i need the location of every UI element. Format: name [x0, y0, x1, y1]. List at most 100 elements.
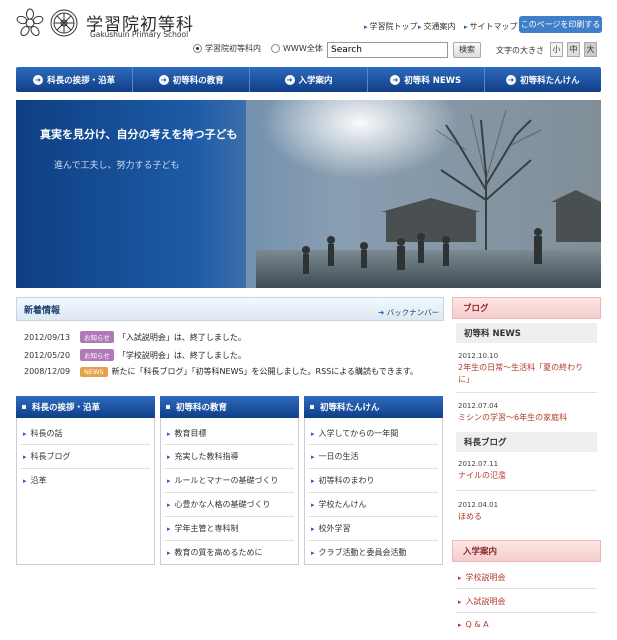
list-item[interactable]: ▸ 沿革: [23, 475, 47, 486]
arrow-icon: ▸: [311, 501, 315, 509]
square-bullet-icon: [166, 405, 170, 409]
arrow-icon: ▸: [167, 525, 171, 533]
divider: [309, 492, 438, 493]
list-item[interactable]: ▸ 入学してからの一年間: [311, 428, 398, 439]
column-education: ▸ 教育目標 ▸ 充実した教科指導 ▸ ルールとマナーの基礎づくり ▸ 心豊かな人格の基…: [160, 418, 299, 565]
print-page-button[interactable]: このページを印刷する: [519, 16, 602, 33]
divider: [456, 392, 597, 393]
post-date: 2012.07.04: [458, 402, 499, 410]
arrow-icon: ▸: [458, 621, 462, 629]
divider: [309, 516, 438, 517]
divider: [21, 444, 150, 445]
nav-item-education[interactable]: ➜ 初等科の教育: [133, 67, 251, 92]
notice-badge: お知らせ: [80, 349, 114, 361]
arrow-icon: ▸: [311, 477, 315, 485]
arrow-icon: ▸: [458, 574, 462, 582]
list-item[interactable]: ▸ 心豊かな人格の基礎づくり: [167, 499, 271, 510]
sidebar-blog-header: ブログ: [452, 297, 601, 319]
hero-banner: 真実を見分け、自分の考えを持つ子ども 進んで工夫し、努力する子ども: [16, 100, 601, 288]
arrow-icon: ▸: [418, 23, 422, 31]
arrow-circle-icon: ➜: [33, 74, 44, 85]
square-bullet-icon: [310, 405, 314, 409]
admission-link-exam[interactable]: ▸ 入試説明会: [458, 596, 506, 607]
list-item[interactable]: ▸ 学年主管と専科制: [167, 523, 239, 534]
divider: [309, 444, 438, 445]
list-item[interactable]: ▸ クラブ活動と委員会活動: [311, 547, 407, 558]
arrow-icon: ▸: [23, 430, 27, 438]
list-item[interactable]: ▸ 科長ブログ: [23, 451, 71, 462]
top-link-access[interactable]: ▸ 交通案内: [418, 21, 456, 32]
post-link[interactable]: ナイルの氾濫: [458, 470, 506, 481]
news-badge: NEWS: [80, 366, 108, 377]
list-item[interactable]: ▸ 一日の生活: [311, 451, 359, 462]
radio-selected-icon[interactable]: [193, 44, 202, 53]
column-header-greeting[interactable]: 科長の挨拶・沿革: [16, 396, 155, 418]
list-item[interactable]: ▸ 充実した教科指導: [167, 451, 239, 462]
site-subtitle: Gakushuin Primary School: [90, 30, 189, 39]
post-date: 2012.07.11: [458, 460, 499, 468]
news-item: 2012/05/20 お知らせ 「学校説明会」は、終了しました。: [24, 349, 246, 361]
news-title: 新着情報: [24, 306, 61, 316]
news-item: 2012/09/13 お知らせ 「入試説明会」は、終了しました。: [24, 331, 246, 343]
nav-item-explore[interactable]: ➜ 初等科たんけん: [485, 67, 601, 92]
divider: [21, 468, 150, 469]
news-item-link[interactable]: 「学校説明会」は、終了しました。: [118, 350, 246, 361]
font-size-large-button[interactable]: 大: [584, 42, 597, 57]
arrow-circle-icon: ➜: [158, 74, 169, 85]
admission-link-briefing[interactable]: ▸ 学校説明会: [458, 572, 506, 583]
arrow-circle-icon: ➜: [378, 308, 385, 317]
radio-unselected-icon[interactable]: [271, 44, 280, 53]
arrow-icon: ▸: [458, 598, 462, 606]
news-item-link[interactable]: 「入試説明会」は、終了しました。: [118, 332, 246, 343]
column-explore: ▸ 入学してからの一年間 ▸ 一日の生活 ▸ 初等科のまわり ▸ 学校たんけん ▸ 校外学…: [304, 418, 443, 565]
list-item[interactable]: ▸ 校外学習: [311, 523, 351, 534]
post-link-cont[interactable]: に」: [458, 374, 474, 385]
divider: [165, 444, 294, 445]
arrow-icon: ▸: [167, 453, 171, 461]
radio-web-scope[interactable]: WWW全体: [271, 43, 323, 54]
column-header-education[interactable]: 初等科の教育: [160, 396, 299, 418]
list-item[interactable]: ▸ ルールとマナーの基礎づくり: [167, 475, 279, 486]
radio-site-scope[interactable]: 学習院初等科内: [193, 43, 261, 54]
sidebar-admission-header: 入学案内: [452, 540, 601, 562]
arrow-icon: ▸: [311, 453, 315, 461]
search-input[interactable]: [327, 42, 448, 58]
admission-link-faq[interactable]: ▸ Q & A: [458, 620, 489, 629]
divider: [456, 612, 597, 613]
arrow-icon: ▸: [167, 549, 171, 557]
arrow-icon: ▸: [167, 430, 171, 438]
list-item[interactable]: ▸ 科長の話: [23, 428, 63, 439]
top-link-gakushuin[interactable]: ▸ 学習院トップ: [364, 21, 418, 32]
arrow-icon: ▸: [167, 477, 171, 485]
list-item[interactable]: ▸ 教育の質を高めるために: [167, 547, 263, 558]
nav-item-news[interactable]: ➜ 初等科 NEWS: [368, 67, 485, 92]
notice-badge: お知らせ: [80, 331, 114, 343]
arrow-icon: ▸: [23, 477, 27, 485]
post-date: 2012.04.01: [458, 501, 499, 509]
post-link[interactable]: ミシンの学習～6年生の家庭科: [458, 412, 567, 423]
back-number-link[interactable]: ➜ バックナンバー: [378, 307, 439, 318]
column-greeting: ▸ 科長の話 ▸ 科長ブログ ▸ 沿革: [16, 418, 155, 565]
list-item[interactable]: ▸ 学校たんけん: [311, 499, 367, 510]
square-bullet-icon: [22, 405, 26, 409]
nav-item-greeting[interactable]: ➜ 科長の挨拶・沿革: [16, 67, 134, 92]
news-item-link[interactable]: 新たに「科長ブログ」「初等科NEWS」を公開しました。RSSによる購読もできます…: [112, 366, 418, 377]
post-link[interactable]: ほめる: [458, 511, 482, 522]
divider: [456, 490, 597, 491]
divider: [165, 492, 294, 493]
sidebar-news-header[interactable]: 初等科 NEWS: [456, 323, 597, 343]
list-item[interactable]: ▸ 初等科のまわり: [311, 475, 375, 486]
font-size-medium-button[interactable]: 中: [567, 42, 580, 57]
nav-item-admission[interactable]: ➜ 入学案内: [250, 67, 368, 92]
list-item[interactable]: ▸ 教育目標: [167, 428, 207, 439]
arrow-icon: ▸: [311, 549, 315, 557]
post-link[interactable]: 2年生の日常～生活科「夏の終わり: [458, 362, 583, 373]
divider: [309, 468, 438, 469]
search-button[interactable]: 検索: [453, 42, 481, 58]
arrow-icon: ▸: [23, 453, 27, 461]
column-header-explore[interactable]: 初等科たんけん: [304, 396, 443, 418]
top-link-sitemap[interactable]: ▸ サイトマップ: [464, 21, 518, 32]
divider: [309, 540, 438, 541]
font-size-small-button[interactable]: 小: [550, 42, 563, 57]
sidebar-head-blog-header[interactable]: 科長ブログ: [456, 432, 597, 452]
